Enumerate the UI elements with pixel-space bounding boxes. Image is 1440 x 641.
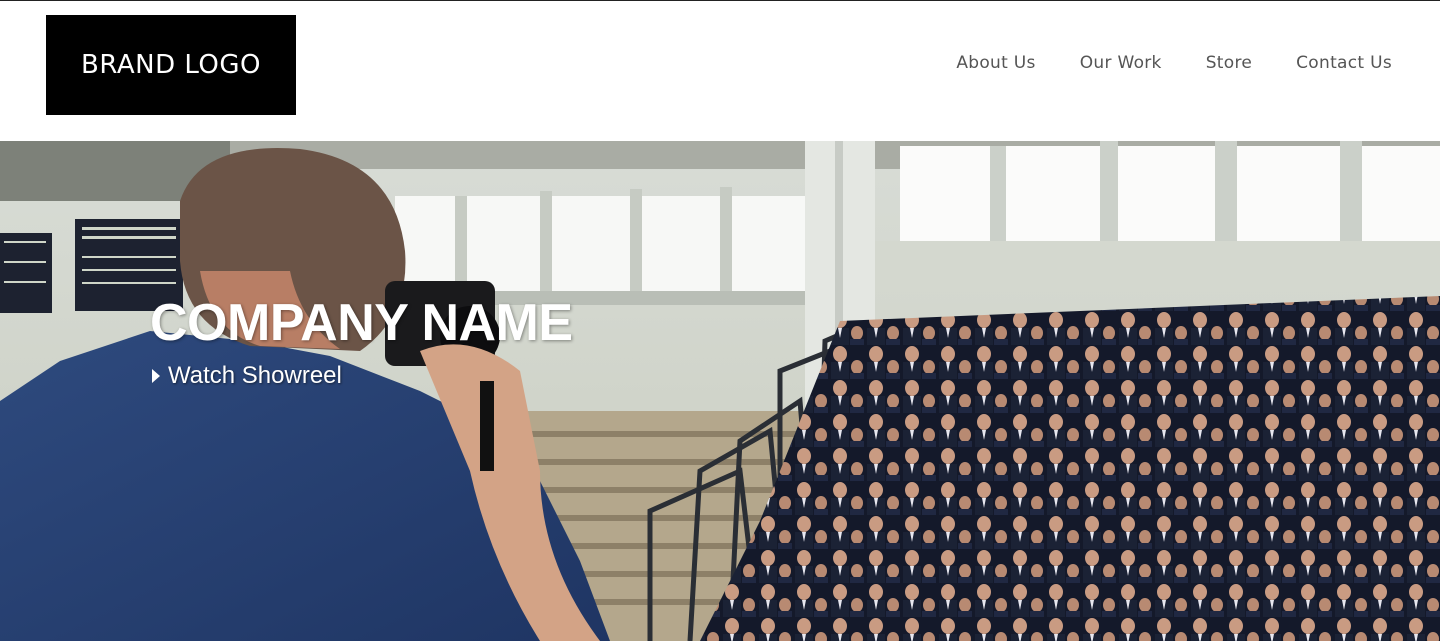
hero-photo	[0, 141, 1440, 641]
brand-logo[interactable]: BRAND LOGO	[46, 15, 296, 115]
hero-banner: COMPANY NAME Watch Showreel	[0, 141, 1440, 641]
main-nav: About Us Our Work Store Contact Us	[956, 53, 1392, 73]
watch-showreel-label: Watch Showreel	[168, 362, 342, 389]
watch-showreel-link[interactable]: Watch Showreel	[152, 362, 342, 390]
nav-about-us[interactable]: About Us	[956, 53, 1035, 73]
nav-contact-us[interactable]: Contact Us	[1296, 53, 1392, 73]
nav-store[interactable]: Store	[1206, 53, 1252, 73]
nav-our-work[interactable]: Our Work	[1080, 53, 1162, 73]
play-triangle-icon	[152, 369, 160, 383]
hero-title: COMPANY NAME	[150, 294, 573, 352]
site-header: BRAND LOGO About Us Our Work Store Conta…	[0, 0, 1440, 141]
